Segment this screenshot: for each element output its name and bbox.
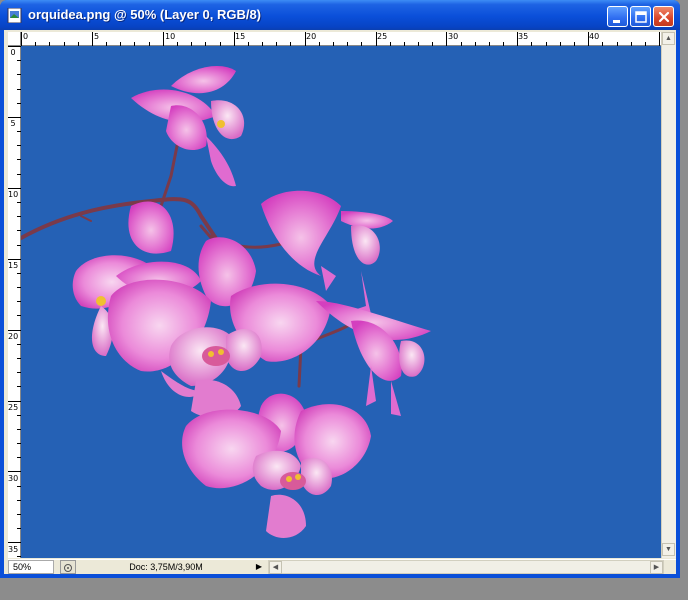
vruler-label-30: 30 [8,474,19,483]
hruler-label-35: 35 [518,32,529,41]
orchid-right-lower [316,301,431,416]
zoom-field[interactable]: 50% [8,560,54,574]
vertical-ruler[interactable]: 0 5 10 15 20 25 30 35 [8,46,21,558]
scroll-left-arrow-icon[interactable]: ◀ [269,561,282,574]
status-bar: 50% Doc: 3,75M/3,90M ▶ ◀ ▶ [8,559,676,574]
scroll-right-arrow-icon[interactable]: ▶ [650,561,663,574]
maximize-icon [635,11,647,23]
minimize-button[interactable] [607,6,628,27]
vruler-label-5: 5 [10,119,16,128]
status-info-arrow-icon[interactable]: ▶ [252,560,266,574]
hruler-label-40: 40 [589,32,600,41]
hruler-label-10: 10 [165,32,176,41]
horizontal-ruler[interactable]: 0 5 10 15 20 25 30 35 40 [21,32,661,46]
close-button[interactable] [653,6,674,27]
ruler-origin[interactable] [8,32,21,46]
vruler-label-35: 35 [8,545,19,554]
hruler-label-30: 30 [448,32,459,41]
photoshop-doc-icon [7,8,22,23]
vruler-label-0: 0 [10,48,16,57]
scroll-down-arrow-icon[interactable]: ▼ [662,543,675,556]
close-icon [658,11,670,23]
orchid-image [21,66,431,538]
hruler-label-15: 15 [235,32,246,41]
hruler-label-5: 5 [94,32,100,41]
vruler-label-15: 15 [8,261,19,270]
document-client-area: 0 5 10 15 20 25 30 35 40 0 5 10 15 20 25… [4,30,676,574]
orchid-top [131,66,245,187]
maximize-button[interactable] [630,6,651,27]
scroll-up-arrow-icon[interactable]: ▲ [662,32,675,45]
status-options-icon [64,564,72,572]
vruler-label-20: 20 [8,332,19,341]
orchid-bottom [182,393,371,538]
minimize-icon [613,20,620,23]
hruler-label-25: 25 [377,32,388,41]
window-title: orquidea.png @ 50% (Layer 0, RGB/8) [28,7,262,22]
hruler-label-0: 0 [23,32,29,41]
document-window: orquidea.png @ 50% (Layer 0, RGB/8) 0 5 … [0,0,680,578]
hruler-label-20: 20 [306,32,317,41]
horizontal-ruler-ticks [21,32,660,46]
horizontal-scrollbar[interactable]: ◀ ▶ [268,560,664,574]
vruler-label-10: 10 [8,190,19,199]
vertical-scrollbar[interactable]: ▲ ▼ [661,32,676,558]
title-bar[interactable]: orquidea.png @ 50% (Layer 0, RGB/8) [0,0,680,30]
status-menu-button[interactable] [60,560,76,574]
vruler-label-25: 25 [8,403,19,412]
image-canvas[interactable] [21,46,661,558]
document-size-info: Doc: 3,75M/3,90M [82,560,250,574]
